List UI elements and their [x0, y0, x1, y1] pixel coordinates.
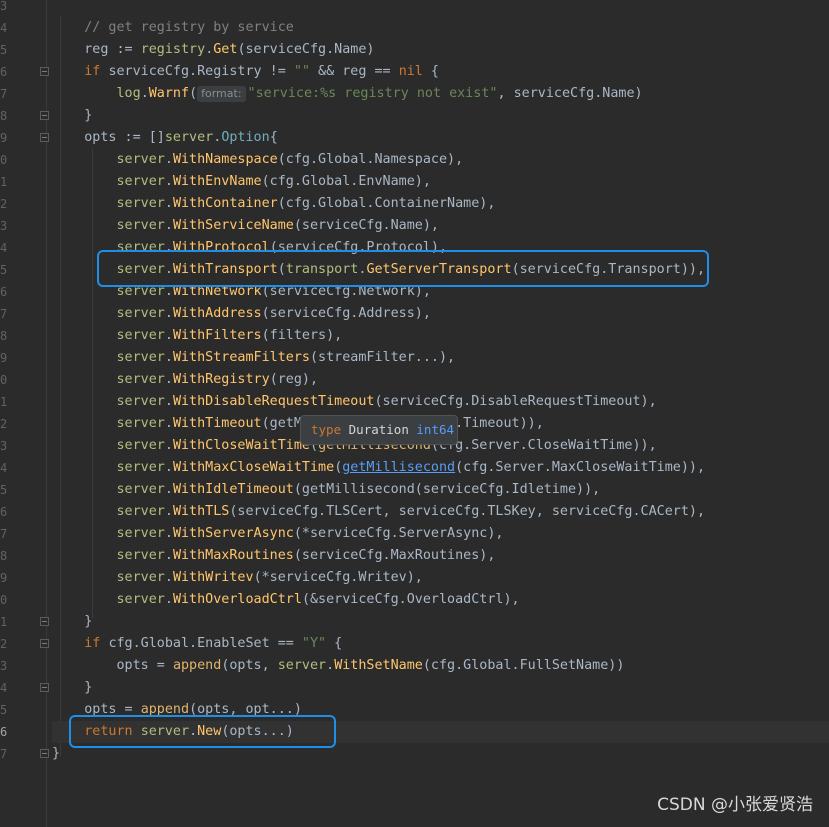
- line-number: 7: [0, 307, 8, 321]
- highlight-box-return: [69, 715, 336, 748]
- code-line[interactable]: }: [52, 611, 829, 633]
- line-number: 3: [0, 219, 8, 233]
- watermark: CSDN @小张爱贤浩: [657, 795, 813, 815]
- line-number: 4: [0, 241, 8, 255]
- function-link[interactable]: getMillisecond: [342, 460, 455, 475]
- code-line[interactable]: server.WithServerAsync(*serviceCfg.Serve…: [52, 523, 829, 545]
- code-line[interactable]: server.WithMaxRoutines(serviceCfg.MaxRou…: [52, 545, 829, 567]
- line-number: 7: [0, 527, 8, 541]
- type-tooltip: type Duration int64: [300, 415, 458, 445]
- fold-marker[interactable]: [40, 67, 49, 76]
- line-number: 0: [0, 373, 8, 387]
- line-number: 6: [0, 725, 8, 739]
- code-line[interactable]: }: [52, 677, 829, 699]
- line-number: 1: [0, 615, 8, 629]
- code-line[interactable]: opts = append(opts, server.WithSetName(c…: [52, 655, 829, 677]
- line-number: 3: [0, 439, 8, 453]
- line-number: 0: [0, 153, 8, 167]
- line-number: 8: [0, 329, 8, 343]
- code-line[interactable]: server.WithDisableRequestTimeout(service…: [52, 391, 829, 413]
- line-number: 1: [0, 395, 8, 409]
- line-number: 8: [0, 549, 8, 563]
- code-line[interactable]: server.WithContainer(cfg.Global.Containe…: [52, 193, 829, 215]
- fold-marker[interactable]: [40, 639, 49, 648]
- code-line[interactable]: server.WithMaxCloseWaitTime(getMilliseco…: [52, 457, 829, 479]
- line-number: 9: [0, 351, 8, 365]
- code-line[interactable]: server.WithRegistry(reg),: [52, 369, 829, 391]
- line-number: 6: [0, 65, 8, 79]
- line-number: 6: [0, 505, 8, 519]
- line-number: 5: [0, 263, 8, 277]
- fold-marker[interactable]: [40, 683, 49, 692]
- code-line[interactable]: reg := registry.Get(serviceCfg.Name): [52, 39, 829, 61]
- code-line[interactable]: server.WithOverloadCtrl(&serviceCfg.Over…: [52, 589, 829, 611]
- code-line[interactable]: server.WithWritev(*serviceCfg.Writev),: [52, 567, 829, 589]
- code-line[interactable]: if cfg.Global.EnableSet == "Y" {: [52, 633, 829, 655]
- line-number: 2: [0, 637, 8, 651]
- parameter-hint: format:: [197, 86, 246, 102]
- highlight-box-transport: [97, 250, 709, 287]
- line-number: 2: [0, 197, 8, 211]
- code-line[interactable]: server.WithAddress(serviceCfg.Address),: [52, 303, 829, 325]
- fold-marker[interactable]: [40, 749, 49, 758]
- code-line[interactable]: server.WithServiceName(serviceCfg.Name),: [52, 215, 829, 237]
- fold-marker[interactable]: [40, 111, 49, 120]
- code-line[interactable]: server.WithNamespace(cfg.Global.Namespac…: [52, 149, 829, 171]
- fold-marker[interactable]: [40, 133, 49, 142]
- line-number: 3: [0, 659, 8, 673]
- code-line[interactable]: server.WithIdleTimeout(getMillisecond(se…: [52, 479, 829, 501]
- line-number: 5: [0, 703, 8, 717]
- code-line[interactable]: server.WithEnvName(cfg.Global.EnvName),: [52, 171, 829, 193]
- fold-marker[interactable]: [40, 617, 49, 626]
- code-line[interactable]: opts := []server.Option{: [52, 127, 829, 149]
- code-line[interactable]: server.WithTLS(serviceCfg.TLSCert, servi…: [52, 501, 829, 523]
- line-number: 9: [0, 571, 8, 585]
- line-number: 2: [0, 417, 8, 431]
- line-number: 0: [0, 593, 8, 607]
- line-number: 6: [0, 285, 8, 299]
- line-number: 5: [0, 43, 8, 57]
- line-number: 4: [0, 461, 8, 475]
- comment: // get registry by service: [84, 20, 294, 35]
- code-line[interactable]: server.WithStreamFilters(streamFilter...…: [52, 347, 829, 369]
- line-number: 4: [0, 21, 8, 35]
- line-number: 9: [0, 131, 8, 145]
- code-line[interactable]: if serviceCfg.Registry != "" && reg == n…: [52, 61, 829, 83]
- line-number: 8: [0, 109, 8, 123]
- line-number: 7: [0, 87, 8, 101]
- code-line[interactable]: }: [52, 105, 829, 127]
- code-line[interactable]: server.WithFilters(filters),: [52, 325, 829, 347]
- line-number: 4: [0, 681, 8, 695]
- line-number: 5: [0, 483, 8, 497]
- line-number: 3: [0, 0, 8, 13]
- line-number: 1: [0, 175, 8, 189]
- code-line[interactable]: // get registry by service: [52, 17, 829, 39]
- code-line[interactable]: log.Warnf(format: "service:%s registry no…: [52, 83, 829, 105]
- line-number: 7: [0, 747, 8, 761]
